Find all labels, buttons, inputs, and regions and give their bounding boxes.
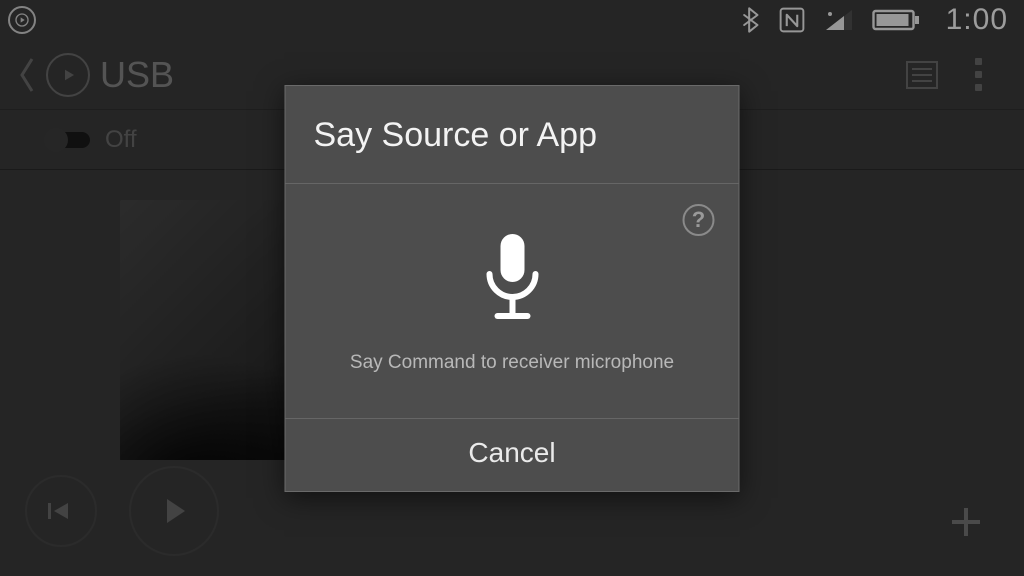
microphone-icon — [306, 222, 719, 352]
help-button[interactable]: ? — [683, 204, 715, 236]
dialog-hint: Say Command to receiver microphone — [306, 352, 719, 396]
voice-command-dialog: Say Source or App ? Say Command to recei… — [285, 85, 740, 492]
dialog-title: Say Source or App — [286, 86, 739, 184]
cancel-button[interactable]: Cancel — [286, 418, 739, 491]
